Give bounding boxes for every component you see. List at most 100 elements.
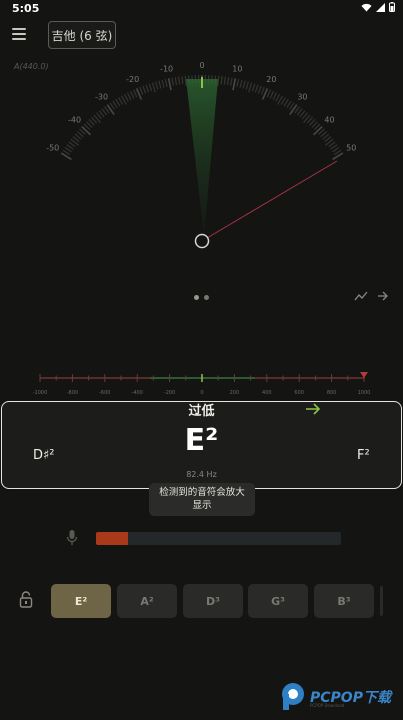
gauge-tick: [257, 85, 262, 94]
string-scroll-edge: [380, 586, 383, 616]
gauge-tick: [142, 85, 147, 94]
signal-icon: [376, 2, 385, 12]
detected-note: E²: [184, 423, 219, 458]
page-dot[interactable]: [204, 295, 209, 300]
gauge-tick: [280, 97, 286, 105]
arrow-right-icon[interactable]: [377, 290, 389, 302]
ruler-label: 1000: [358, 390, 371, 396]
ruler-label: 200: [230, 390, 240, 396]
gauge-tick: [312, 125, 323, 136]
gauge-tick: [272, 92, 278, 101]
hint-toast: 检测到的音符会放大 显示: [149, 483, 255, 516]
pitch-needle: [201, 160, 338, 242]
frequency-label: 82.4 Hz: [186, 470, 217, 479]
status-time: 5:05: [12, 2, 40, 15]
gauge-tick: [148, 83, 153, 92]
gauge-tick: [126, 92, 132, 101]
string-button[interactable]: G³: [248, 584, 308, 618]
ruler-label: 800: [327, 390, 337, 396]
string-button[interactable]: A²: [117, 584, 177, 618]
gauge-tick: [251, 83, 256, 92]
page-dot-active[interactable]: [194, 295, 199, 300]
gauge-tick-label: -20: [126, 75, 139, 84]
gauge-tick-label: 0: [199, 61, 204, 70]
gauge-tick: [269, 90, 275, 99]
instrument-select-button[interactable]: 吉他 (6 弦): [48, 21, 116, 49]
lock-icon[interactable]: [19, 591, 33, 608]
gauge-tick: [164, 78, 168, 88]
gauge-tick-label: -30: [95, 92, 108, 101]
gauge-tick: [236, 78, 240, 88]
string-button[interactable]: D³: [183, 584, 243, 618]
gauge-tick-label: -40: [68, 116, 81, 125]
gauge-tick: [330, 144, 338, 150]
string-button[interactable]: E²: [51, 584, 111, 618]
ruler-label: 600: [294, 390, 304, 396]
next-note: F²: [357, 448, 370, 463]
gauge-tick-label: 10: [232, 65, 242, 74]
gauge-tick-label: 50: [346, 144, 356, 153]
string-button[interactable]: B³: [314, 584, 374, 618]
battery-icon: [389, 2, 395, 12]
ruler-label: 0: [200, 390, 203, 396]
gauge-tick: [245, 81, 249, 90]
gauge-tick: [260, 86, 265, 95]
gauge-tick: [158, 80, 162, 89]
gauge-tick: [177, 76, 181, 85]
gauge-tick: [266, 89, 272, 98]
pcpop-logo-icon: [282, 683, 304, 710]
microphone-icon[interactable]: [66, 529, 78, 547]
input-level-fill: [96, 532, 128, 545]
gauge-tick: [129, 90, 135, 99]
tuning-status: 过低: [188, 404, 215, 419]
gauge-tick: [181, 76, 184, 85]
gauge-tick: [118, 97, 124, 105]
gauge-tick: [226, 77, 230, 86]
gauge-tick: [286, 100, 292, 109]
gauge-tick: [145, 84, 150, 93]
gauge-tick: [161, 79, 165, 88]
ruler-label: -200: [164, 390, 175, 396]
tune-up-arrow-icon: [306, 403, 321, 415]
gauge-tick: [239, 79, 243, 88]
gauge-tick: [232, 78, 237, 91]
ruler-label: -400: [132, 390, 143, 396]
gauge-tick-label: 40: [324, 116, 334, 125]
gauge-tick: [123, 93, 129, 102]
gauge-tick: [115, 98, 121, 107]
ruler-label: -600: [99, 390, 110, 396]
gauge-tick: [254, 84, 259, 93]
gauge-tick: [151, 82, 156, 93]
gauge-tick: [223, 76, 227, 85]
gauge-tick: [81, 125, 92, 136]
in-tune-zone: [186, 79, 218, 236]
gauge-tick: [171, 77, 174, 86]
ruler-label: 400: [262, 390, 272, 396]
gauge-tick: [289, 104, 298, 115]
watermark: PCPOP下载 PCPOP Download: [280, 682, 391, 712]
gauge-tick-label: -10: [160, 65, 173, 74]
gauge-tick: [242, 80, 246, 89]
gauge-tick: [230, 77, 233, 86]
gauge-tick: [275, 93, 281, 102]
needle-pivot: [194, 233, 210, 249]
toast-line-1: 检测到的音符会放大: [159, 487, 245, 498]
menu-icon[interactable]: [12, 28, 26, 40]
gauge-tick-label: -50: [46, 144, 59, 153]
status-icons: [361, 2, 395, 12]
gauge-tick-label: 30: [297, 92, 307, 101]
gauge-tick: [155, 81, 159, 90]
gauge-tick: [248, 82, 253, 93]
input-level-meter: [96, 532, 341, 545]
graph-icon[interactable]: [354, 291, 368, 301]
gauge-tick: [66, 144, 74, 150]
ruler-label: -1000: [33, 390, 48, 396]
gauge-tick: [106, 104, 115, 115]
page-indicator: [194, 295, 209, 300]
gauge-tick: [332, 146, 340, 153]
gauge-tick-label: 20: [266, 75, 276, 84]
ruler-label: -800: [67, 390, 78, 396]
wifi-icon: [361, 3, 372, 11]
previous-note: D♯²: [33, 448, 55, 463]
gauge-tick: [132, 89, 138, 98]
